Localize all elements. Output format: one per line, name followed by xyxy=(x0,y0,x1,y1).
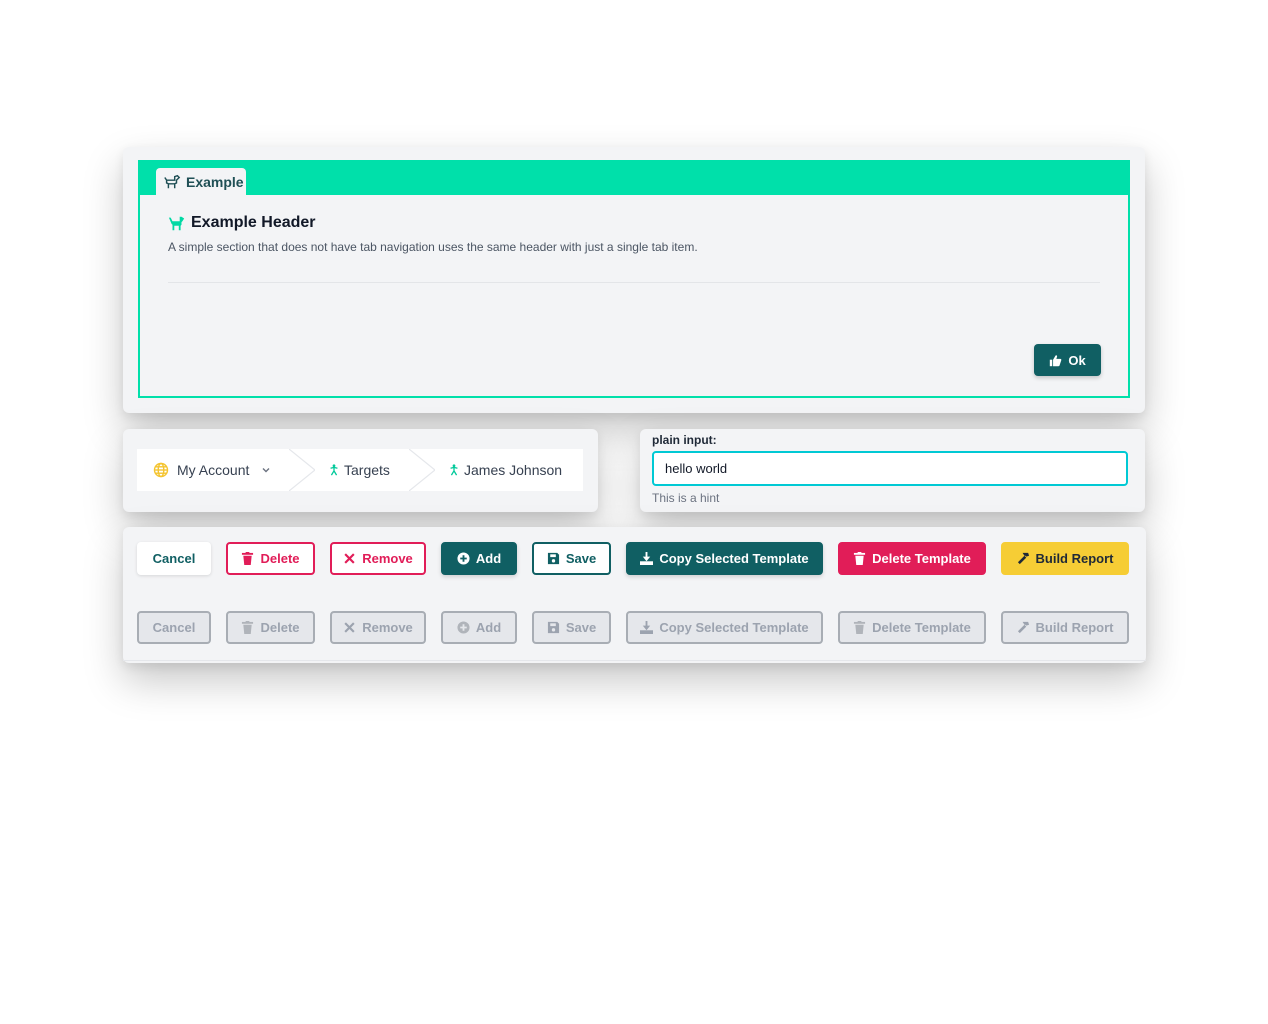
download-icon xyxy=(640,552,654,565)
trash-icon xyxy=(242,552,254,565)
remove-button-disabled: Remove xyxy=(330,611,426,644)
example-card: Example Example Header A simple section … xyxy=(123,147,1145,413)
remove-label: Remove xyxy=(362,620,413,635)
hammer-icon xyxy=(1017,552,1029,565)
build-report-button-disabled: Build Report xyxy=(1001,611,1129,644)
add-label: Add xyxy=(475,551,502,566)
breadcrumb-label: My Account xyxy=(177,462,250,478)
build-report-button[interactable]: Build Report xyxy=(1001,542,1129,575)
delete-template-button-disabled: Delete Template xyxy=(838,611,986,644)
close-icon xyxy=(344,553,355,564)
delete-button[interactable]: Delete xyxy=(226,542,315,575)
copy-selected-template-label: Copy Selected Template xyxy=(659,620,809,635)
trash-icon xyxy=(242,621,254,634)
remove-label: Remove xyxy=(362,551,413,566)
save-label: Save xyxy=(565,620,597,635)
thumbs-up-icon xyxy=(1050,354,1062,366)
input-hint: This is a hint xyxy=(652,491,720,505)
floppy-disk-icon xyxy=(547,621,559,634)
input-card: plain input: This is a hint xyxy=(640,429,1145,512)
ok-label: Ok xyxy=(1068,352,1086,368)
breadcrumb: My Account Targets James Johnson xyxy=(137,449,583,491)
delete-label: Delete xyxy=(260,620,300,635)
copy-selected-template-button-disabled: Copy Selected Template xyxy=(626,611,823,644)
copy-selected-template-label: Copy Selected Template xyxy=(659,551,809,566)
example-section: Example Example Header A simple section … xyxy=(138,160,1130,398)
chevron-down-icon xyxy=(262,468,270,473)
breadcrumb-separator xyxy=(409,449,435,491)
cancel-label: Cancel xyxy=(152,551,196,566)
add-button-disabled: Add xyxy=(441,611,517,644)
remove-button[interactable]: Remove xyxy=(330,542,426,575)
section-header: Example Header xyxy=(168,214,316,232)
plus-circle-icon xyxy=(457,621,470,634)
divider xyxy=(168,282,1100,283)
divider xyxy=(123,660,1146,661)
download-icon xyxy=(640,621,654,634)
breadcrumb-card: My Account Targets James Johnson xyxy=(123,429,598,512)
breadcrumb-label: James Johnson xyxy=(464,462,563,478)
hammer-icon xyxy=(1017,621,1029,634)
copy-selected-template-button[interactable]: Copy Selected Template xyxy=(626,542,823,575)
floppy-disk-icon xyxy=(547,552,559,565)
delete-template-label: Delete Template xyxy=(872,620,971,635)
dog-icon xyxy=(168,216,185,231)
input-label: plain input: xyxy=(652,433,717,447)
trash-icon xyxy=(854,552,866,565)
buttons-card: Cancel Delete Remove Add Save Copy Selec… xyxy=(123,527,1146,663)
breadcrumb-item-my-account[interactable]: My Account xyxy=(153,449,272,491)
close-icon xyxy=(344,622,355,633)
dog-outline-icon xyxy=(164,174,181,188)
breadcrumb-item-targets[interactable]: Targets xyxy=(329,449,390,491)
tab-bar: Example xyxy=(140,162,1128,195)
person-icon xyxy=(330,464,338,476)
ok-button[interactable]: Ok xyxy=(1034,344,1101,376)
plain-input[interactable] xyxy=(652,451,1128,486)
breadcrumb-separator xyxy=(289,449,315,491)
build-report-label: Build Report xyxy=(1035,551,1114,566)
section-description: A simple section that does not have tab … xyxy=(168,240,698,254)
breadcrumb-item-james-johnson[interactable]: James Johnson xyxy=(449,449,562,491)
save-label: Save xyxy=(565,551,597,566)
delete-label: Delete xyxy=(260,551,300,566)
cancel-label: Cancel xyxy=(152,620,196,635)
breadcrumb-label: Targets xyxy=(344,462,390,478)
globe-icon xyxy=(153,462,169,478)
section-title: Example Header xyxy=(191,214,316,231)
trash-icon xyxy=(854,621,866,634)
build-report-label: Build Report xyxy=(1035,620,1114,635)
delete-template-button[interactable]: Delete Template xyxy=(838,542,986,575)
delete-template-label: Delete Template xyxy=(872,551,971,566)
add-button[interactable]: Add xyxy=(441,542,517,575)
tab-example[interactable]: Example xyxy=(156,168,246,195)
person-icon xyxy=(450,464,458,476)
add-label: Add xyxy=(475,620,502,635)
save-button[interactable]: Save xyxy=(532,542,611,575)
plus-circle-icon xyxy=(457,552,470,565)
tab-label: Example xyxy=(186,173,244,190)
save-button-disabled: Save xyxy=(532,611,611,644)
delete-button-disabled: Delete xyxy=(226,611,315,644)
cancel-button[interactable]: Cancel xyxy=(137,542,211,575)
cancel-button-disabled: Cancel xyxy=(137,611,211,644)
